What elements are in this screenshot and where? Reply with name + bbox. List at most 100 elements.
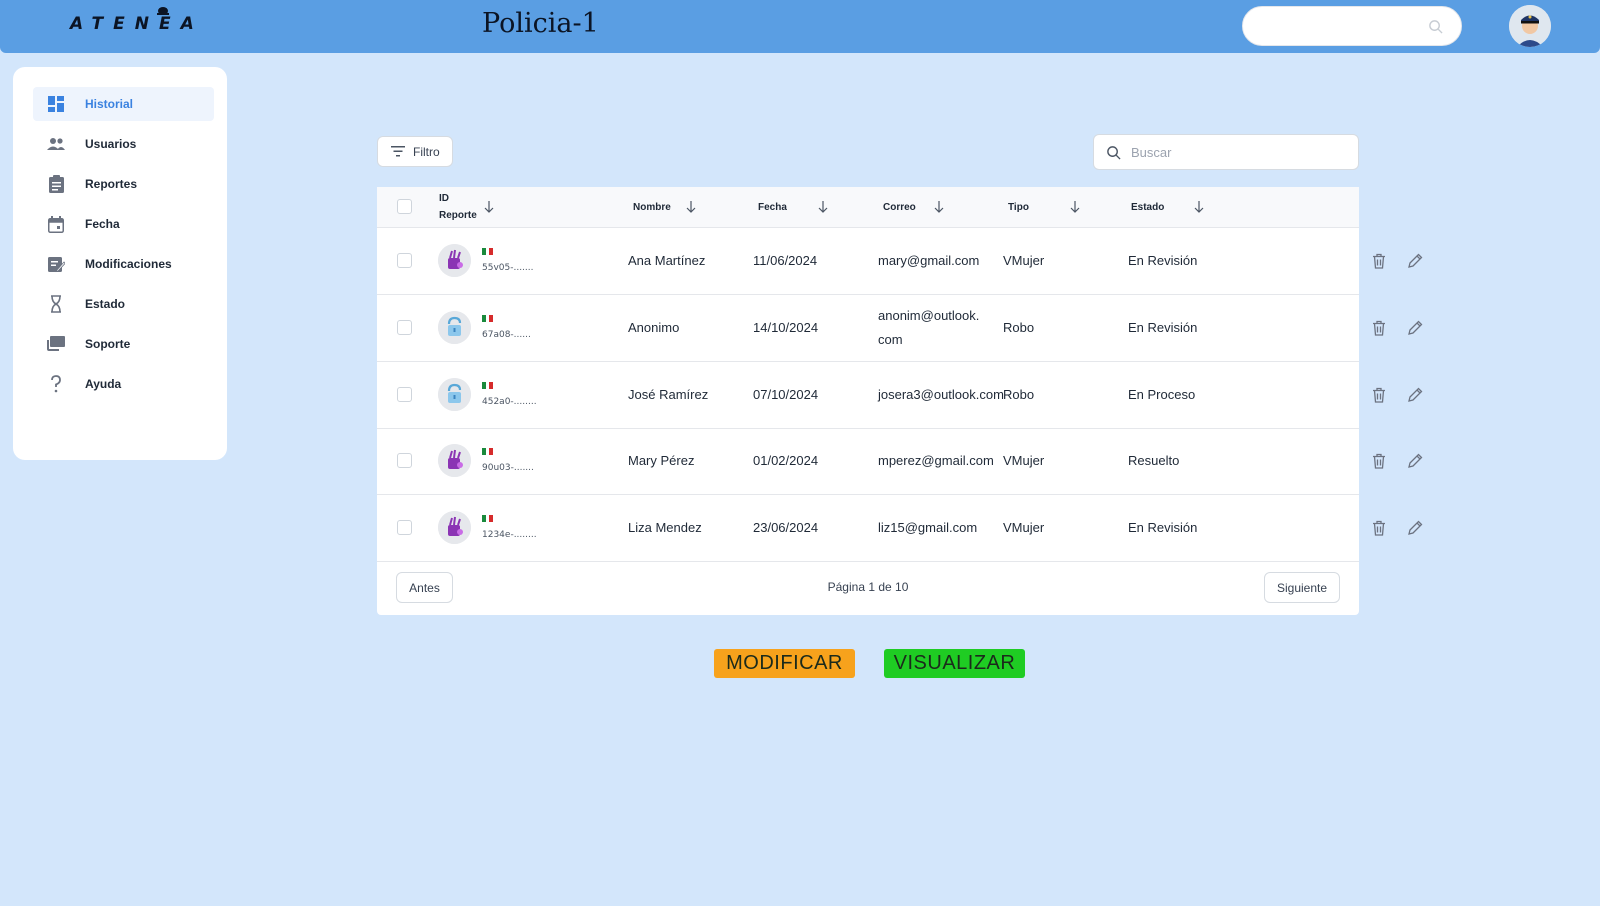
table-row[interactable]: 67a08-...... Anonimo 14/10/2024 anonim@outl… (377, 295, 1423, 362)
chat-icon (45, 333, 67, 355)
delete-icon[interactable] (1372, 520, 1386, 540)
table-row[interactable]: 90u03-....... Mary Pérez 01/02/2024 mperez@… (377, 428, 1423, 496)
edit-icon[interactable] (1407, 520, 1423, 540)
calendar-icon (45, 213, 67, 235)
sidebar-item-label: Modificaciones (85, 257, 172, 271)
row-checkbox[interactable] (397, 453, 412, 469)
cell-correo: mary@gmail.com (878, 253, 980, 268)
table-row[interactable]: 452a0-........ José Ramírez 07/10/2024 jose… (377, 362, 1423, 429)
header-search-input[interactable] (1242, 6, 1462, 46)
app-logo[interactable]: ATENEA (70, 14, 204, 34)
row-checkbox[interactable] (397, 520, 412, 536)
report-avatar (438, 377, 471, 411)
column-header-id[interactable]: ID Reporte (439, 187, 477, 227)
cell-nombre: José Ramírez (628, 386, 709, 402)
sidebar-item-modificaciones[interactable]: Modificaciones (33, 247, 214, 281)
cell-correo: josera3@outlook.com (878, 386, 1004, 402)
cell-estado: En Revisión (1128, 253, 1198, 268)
column-header-estado[interactable]: Estado (1131, 187, 1164, 227)
reports-table: ID Reporte Nombre Fecha Correo Tipo Esta… (377, 187, 1423, 615)
search-icon (1429, 20, 1443, 34)
sidebar-item-label: Usuarios (85, 137, 137, 151)
row-checkbox[interactable] (397, 386, 412, 402)
mexico-flag-icon (482, 515, 494, 523)
clipboard-icon (45, 173, 67, 195)
modify-button[interactable]: MODIFICAR (714, 649, 855, 678)
row-checkbox[interactable] (397, 253, 412, 268)
next-page-button[interactable]: Siguiente (1264, 572, 1340, 603)
sidebar-item-label: Fecha (85, 217, 120, 231)
cell-fecha: 07/10/2024 (753, 386, 819, 402)
sidebar-item-soporte[interactable]: Soporte (33, 327, 214, 361)
users-icon (45, 133, 67, 155)
report-id: 452a0-........ (482, 396, 537, 407)
user-avatar[interactable] (1509, 5, 1551, 47)
cell-nombre: Ana Martínez (628, 253, 706, 268)
report-avatar (438, 310, 471, 344)
column-header-correo[interactable]: Correo (883, 187, 916, 227)
cell-nombre: Mary Pérez (628, 453, 695, 469)
row-checkbox[interactable] (397, 319, 412, 335)
sidebar-item-label: Reportes (85, 177, 138, 191)
cell-correo: liz15@gmail.com (878, 520, 978, 536)
cell-fecha: 14/10/2024 (753, 319, 819, 335)
top-bar: ATENEA Policia-1 (0, 0, 1600, 53)
cell-correo: anonim@outlook. (878, 307, 980, 323)
report-id: 1234e-........ (482, 530, 537, 541)
sidebar-item-usuarios[interactable]: Usuarios (33, 127, 214, 161)
sidebar-item-estado[interactable]: Estado (33, 287, 214, 321)
cell-tipo: Robo (1003, 386, 1035, 402)
search-input[interactable] (1129, 143, 1333, 161)
sort-arrow-icon[interactable] (686, 201, 696, 213)
delete-icon[interactable] (1372, 453, 1386, 473)
sidebar-item-ayuda[interactable]: Ayuda (33, 367, 214, 401)
sort-arrow-icon[interactable] (818, 201, 828, 213)
sort-arrow-icon[interactable] (934, 201, 944, 213)
table-search (1093, 134, 1359, 170)
column-header-nombre[interactable]: Nombre (633, 187, 671, 227)
sidebar-item-reportes[interactable]: Reportes (33, 167, 214, 201)
sidebar-item-label: Ayuda (85, 377, 122, 391)
cell-estado: En Revisión (1128, 520, 1198, 536)
cell-estado: Resuelto (1128, 453, 1180, 469)
page-title: Policia-1 (482, 8, 599, 39)
cell-tipo: VMujer (1003, 253, 1045, 268)
column-header-tipo[interactable]: Tipo (1008, 187, 1029, 227)
cell-correo-continued: com (878, 331, 903, 347)
view-button[interactable]: VISUALIZAR (884, 649, 1025, 678)
delete-icon[interactable] (1372, 320, 1386, 340)
page-info: Página 1 de 10 (827, 580, 909, 594)
report-id: 90u03-....... (482, 463, 534, 474)
police-hat-icon (157, 7, 169, 15)
delete-icon[interactable] (1372, 253, 1386, 273)
edit-icon[interactable] (1407, 320, 1423, 340)
report-avatar (438, 511, 471, 545)
sidebar: Historial Usuarios Reportes Fecha Modifi… (13, 67, 227, 460)
cell-estado: En Proceso (1128, 386, 1196, 402)
mexico-flag-icon (482, 381, 494, 389)
select-all-checkbox[interactable] (397, 199, 412, 214)
mexico-flag-icon (482, 448, 494, 456)
sort-arrow-icon[interactable] (1070, 201, 1080, 213)
sort-arrow-icon[interactable] (1194, 201, 1204, 213)
table-header: ID Reporte Nombre Fecha Correo Tipo Esta… (377, 187, 1359, 228)
table-row[interactable]: 1234e-........ Liza Mendez 23/06/2024 liz15… (377, 495, 1423, 563)
edit-icon[interactable] (1407, 253, 1423, 273)
cell-fecha: 11/06/2024 (753, 253, 818, 268)
table-row[interactable]: 55v05-....... Ana Martínez 11/06/2024 mary@… (377, 228, 1423, 295)
cell-estado: En Revisión (1128, 319, 1198, 335)
column-header-fecha[interactable]: Fecha (758, 187, 787, 227)
edit-icon[interactable] (1407, 387, 1423, 407)
sidebar-item-historial[interactable]: Historial (33, 87, 214, 121)
mexico-flag-icon (482, 314, 494, 322)
report-avatar (438, 244, 471, 277)
filter-button[interactable]: Filtro (377, 136, 453, 167)
sidebar-item-fecha[interactable]: Fecha (33, 207, 214, 241)
edit-icon[interactable] (1407, 453, 1423, 473)
cell-tipo: VMujer (1003, 520, 1045, 536)
cell-tipo: Robo (1003, 319, 1035, 335)
sort-arrow-icon[interactable] (484, 201, 494, 213)
cell-fecha: 23/06/2024 (753, 520, 819, 536)
delete-icon[interactable] (1372, 387, 1386, 407)
police-officer-avatar-icon (1509, 5, 1551, 47)
